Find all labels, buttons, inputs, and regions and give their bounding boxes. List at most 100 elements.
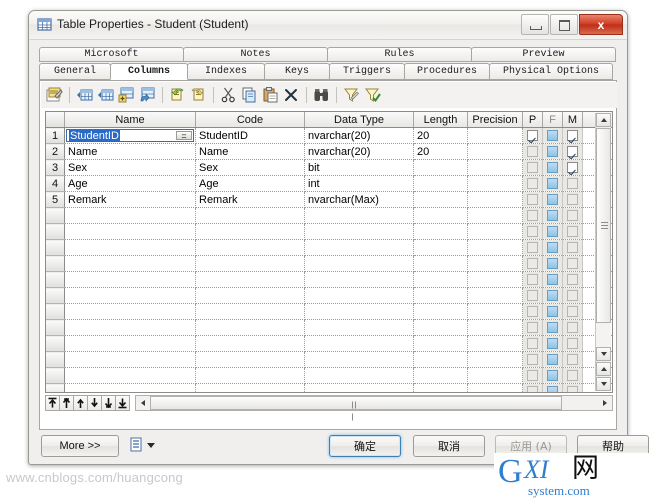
cell-empty[interactable] <box>304 319 414 336</box>
cell-empty[interactable] <box>467 351 523 368</box>
cell-length[interactable] <box>413 159 468 176</box>
checkbox-m-cell[interactable] <box>562 383 583 392</box>
title-bar[interactable]: Table Properties - Student (Student) x <box>29 11 627 40</box>
table-row-empty[interactable] <box>46 383 612 392</box>
cell-datatype[interactable]: bit <box>304 159 414 176</box>
maximize-button[interactable] <box>550 14 578 35</box>
column-header-m[interactable]: M <box>562 112 583 128</box>
checkbox-f[interactable] <box>547 370 558 382</box>
cell-empty[interactable] <box>304 223 414 240</box>
row-number[interactable] <box>46 351 65 368</box>
checkbox-f[interactable] <box>547 306 558 318</box>
checkbox-p-cell[interactable] <box>522 127 543 144</box>
table-row[interactable]: 4 Age Age int <box>46 175 612 192</box>
checkbox-m-cell[interactable] <box>562 159 583 176</box>
table-row-empty[interactable] <box>46 255 612 272</box>
cell-empty[interactable] <box>467 255 523 272</box>
cell-length[interactable]: 20 <box>413 127 468 144</box>
checkbox-f-cell[interactable] <box>542 223 563 240</box>
checkbox-m[interactable] <box>567 178 578 190</box>
row-number[interactable] <box>46 303 65 320</box>
close-button[interactable]: x <box>579 14 623 35</box>
table-row-empty[interactable] <box>46 303 612 320</box>
checkbox-p[interactable] <box>527 274 538 286</box>
tab-general[interactable]: General <box>39 63 111 80</box>
checkbox-p[interactable] <box>527 370 538 382</box>
checkbox-f-cell[interactable] <box>542 239 563 256</box>
checkbox-p[interactable] <box>527 194 538 206</box>
column-header-f[interactable]: F <box>542 112 563 128</box>
cell-code[interactable]: StudentID <box>195 127 305 144</box>
redo-icon[interactable] <box>188 85 208 105</box>
paste-icon[interactable] <box>260 85 280 105</box>
cancel-button[interactable]: 取消 <box>413 435 485 457</box>
checkbox-f[interactable] <box>547 130 558 142</box>
checkbox-p[interactable] <box>527 290 538 302</box>
tab-indexes[interactable]: Indexes <box>187 63 265 80</box>
cell-empty[interactable] <box>64 319 196 336</box>
cell-empty[interactable] <box>195 351 305 368</box>
checkbox-f[interactable] <box>547 178 558 190</box>
copy-icon[interactable] <box>239 85 259 105</box>
checkbox-p-cell[interactable] <box>522 319 543 336</box>
cell-empty[interactable] <box>413 367 468 384</box>
cell-empty[interactable] <box>304 207 414 224</box>
cell-name[interactable]: Sex <box>64 159 196 176</box>
checkbox-m[interactable] <box>567 146 578 158</box>
column-header-length[interactable]: Length <box>413 112 468 128</box>
checkbox-p-cell[interactable] <box>522 239 543 256</box>
checkbox-f-cell[interactable] <box>542 159 563 176</box>
table-row[interactable]: 2 Name Name nvarchar(20) 20 <box>46 143 612 160</box>
cell-empty[interactable] <box>195 303 305 320</box>
checkbox-m-cell[interactable] <box>562 143 583 160</box>
row-number[interactable]: 4 <box>46 175 65 192</box>
checkbox-p-cell[interactable] <box>522 191 543 208</box>
row-number[interactable] <box>46 287 65 304</box>
cell-empty[interactable] <box>64 367 196 384</box>
checkbox-p[interactable] <box>527 226 538 238</box>
row-number[interactable]: 1 <box>46 127 65 144</box>
cell-precision[interactable] <box>467 127 523 144</box>
checkbox-m-cell[interactable] <box>562 239 583 256</box>
cell-empty[interactable] <box>304 271 414 288</box>
cell-empty[interactable] <box>304 303 414 320</box>
checkbox-m[interactable] <box>567 194 578 206</box>
tab-keys[interactable]: Keys <box>264 63 330 80</box>
checkbox-f-cell[interactable] <box>542 335 563 352</box>
cell-empty[interactable] <box>467 383 523 392</box>
checkbox-m[interactable] <box>567 130 578 142</box>
cell-empty[interactable] <box>467 303 523 320</box>
table-row[interactable]: 5 Remark Remark nvarchar(Max) <box>46 191 612 208</box>
row-number[interactable]: 5 <box>46 191 65 208</box>
apply-filter-icon[interactable] <box>362 85 382 105</box>
cell-empty[interactable] <box>413 335 468 352</box>
cell-empty[interactable] <box>195 239 305 256</box>
checkbox-m[interactable] <box>567 226 578 238</box>
scrollbar-thumb[interactable] <box>596 128 611 323</box>
move-to-bottom-button[interactable] <box>115 395 130 411</box>
row-number[interactable]: 2 <box>46 143 65 160</box>
checkbox-p-cell[interactable] <box>522 255 543 272</box>
cell-empty[interactable] <box>413 303 468 320</box>
tab-physical-options[interactable]: Physical Options <box>489 63 613 80</box>
checkbox-p-cell[interactable] <box>522 287 543 304</box>
cell-datatype[interactable]: nvarchar(20) <box>304 127 414 144</box>
tab-procedures[interactable]: Procedures <box>404 63 490 80</box>
cell-empty[interactable] <box>64 239 196 256</box>
cell-datatype[interactable]: nvarchar(Max) <box>304 191 414 208</box>
checkbox-f[interactable] <box>547 290 558 302</box>
checkbox-f[interactable] <box>547 242 558 254</box>
checkbox-m[interactable] <box>567 274 578 286</box>
ok-button[interactable]: 确定 <box>329 435 401 457</box>
checkbox-p[interactable] <box>527 338 538 350</box>
checkbox-m[interactable] <box>567 290 578 302</box>
checkbox-f-cell[interactable] <box>542 287 563 304</box>
checkbox-m-cell[interactable] <box>562 287 583 304</box>
cell-empty[interactable] <box>304 367 414 384</box>
move-down-one-button[interactable] <box>87 395 102 411</box>
cell-empty[interactable] <box>304 335 414 352</box>
cell-empty[interactable] <box>195 271 305 288</box>
more-button[interactable]: More >> <box>41 435 119 457</box>
scrollbar-track[interactable] <box>596 128 611 347</box>
cell-empty[interactable] <box>413 287 468 304</box>
